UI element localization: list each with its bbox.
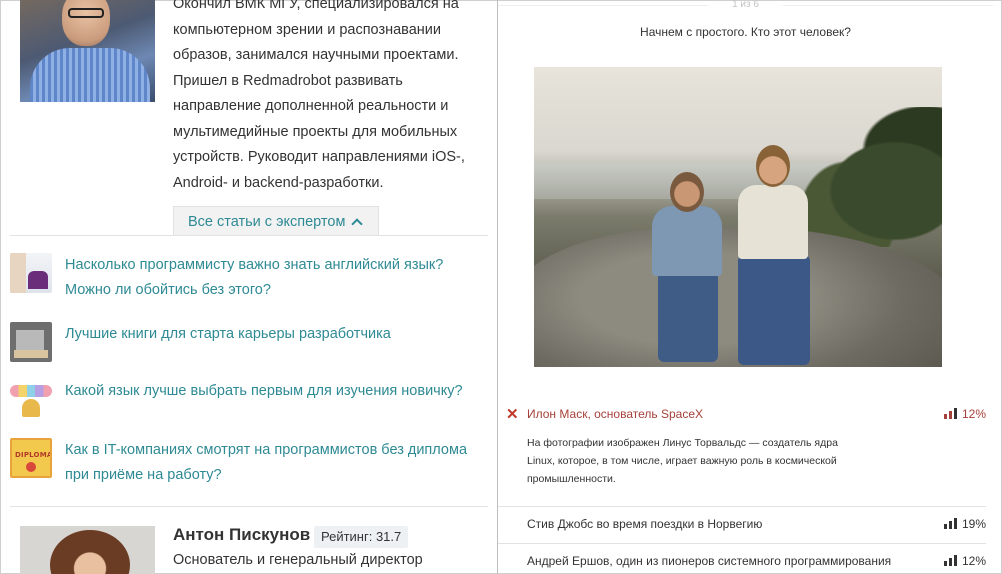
answer-option-selected[interactable]: ✕ Илон Маск, основатель SpaceX 12% На фо… <box>506 406 986 488</box>
divider <box>498 506 986 507</box>
answer-option[interactable]: Андрей Ершов, один из пионеров системног… <box>508 554 986 568</box>
quiz-panel: 1 из 6 Начнем с простого. Кто этот челов… <box>498 0 1000 574</box>
article-item[interactable]: Насколько программисту важно знать англи… <box>10 253 475 303</box>
diploma-thumb-text: DIPLOMA <box>15 451 52 459</box>
chevron-up-icon <box>351 217 364 230</box>
divider <box>498 543 986 544</box>
bar-chart-icon <box>943 518 957 529</box>
answer-percent: 19% <box>943 517 986 531</box>
wrong-answer-icon: ✕ <box>506 406 519 423</box>
article-thumbnail <box>10 379 52 419</box>
answer-option[interactable]: Стив Джобс во время поездки в Норвегию 1… <box>508 517 986 531</box>
answer-percent: 12% <box>943 554 986 568</box>
question-counter: 1 из 6 <box>732 0 759 10</box>
expert2-photo <box>20 526 155 574</box>
bar-chart-icon <box>943 408 957 419</box>
article-item[interactable]: Лучшие книги для старта карьеры разработ… <box>10 322 475 362</box>
expert2-name[interactable]: Антон Пискунов <box>173 525 310 545</box>
all-articles-button[interactable]: Все статьи с экспертом <box>173 206 379 236</box>
article-link[interactable]: Лучшие книги для старта карьеры разработ… <box>65 322 475 362</box>
article-thumbnail <box>10 322 52 362</box>
article-link[interactable]: Насколько программисту важно знать англи… <box>65 253 475 303</box>
answer-text: Стив Джобс во время поездки в Норвегию <box>527 517 763 531</box>
expert-photo <box>20 0 155 102</box>
all-articles-label: Все статьи с экспертом <box>188 213 346 230</box>
article-thumbnail <box>10 253 52 293</box>
diploma-thumbnail: DIPLOMA <box>10 438 52 478</box>
article-link[interactable]: Как в IT-компаниях смотрят на программис… <box>65 438 475 488</box>
article-item[interactable]: Какой язык лучше выбрать первым для изуч… <box>10 379 475 419</box>
article-link[interactable]: Какой язык лучше выбрать первым для изуч… <box>65 379 475 419</box>
answer-text: Андрей Ершов, один из пионеров системног… <box>527 554 892 568</box>
answer-explanation: На фотографии изображен Линус Торвальдс … <box>527 437 838 485</box>
expert2-role: Основатель и генеральный директор <box>173 552 423 568</box>
divider <box>10 235 488 236</box>
rating-badge: Рейтинг: 31.7 <box>314 526 409 548</box>
expert-bio: Окончил ВМК МГУ, специализировался на ко… <box>173 0 465 191</box>
answer-percent: 12% <box>943 407 986 421</box>
divider <box>10 506 488 507</box>
quiz-photo <box>534 67 942 367</box>
answer-percent-value: 12% <box>961 407 986 421</box>
answer-text: Илон Маск, основатель SpaceX <box>527 407 703 421</box>
quiz-question: Начнем с простого. Кто этот человек? <box>640 25 851 39</box>
bar-chart-icon <box>943 555 957 566</box>
answer-percent-value: 12% <box>961 554 986 568</box>
answer-percent-value: 19% <box>961 517 986 531</box>
expert-column: Окончил ВМК МГУ, специализировался на ко… <box>0 0 497 574</box>
seal-icon <box>26 462 36 472</box>
article-item[interactable]: DIPLOMA Как в IT-компаниях смотрят на пр… <box>10 438 475 488</box>
